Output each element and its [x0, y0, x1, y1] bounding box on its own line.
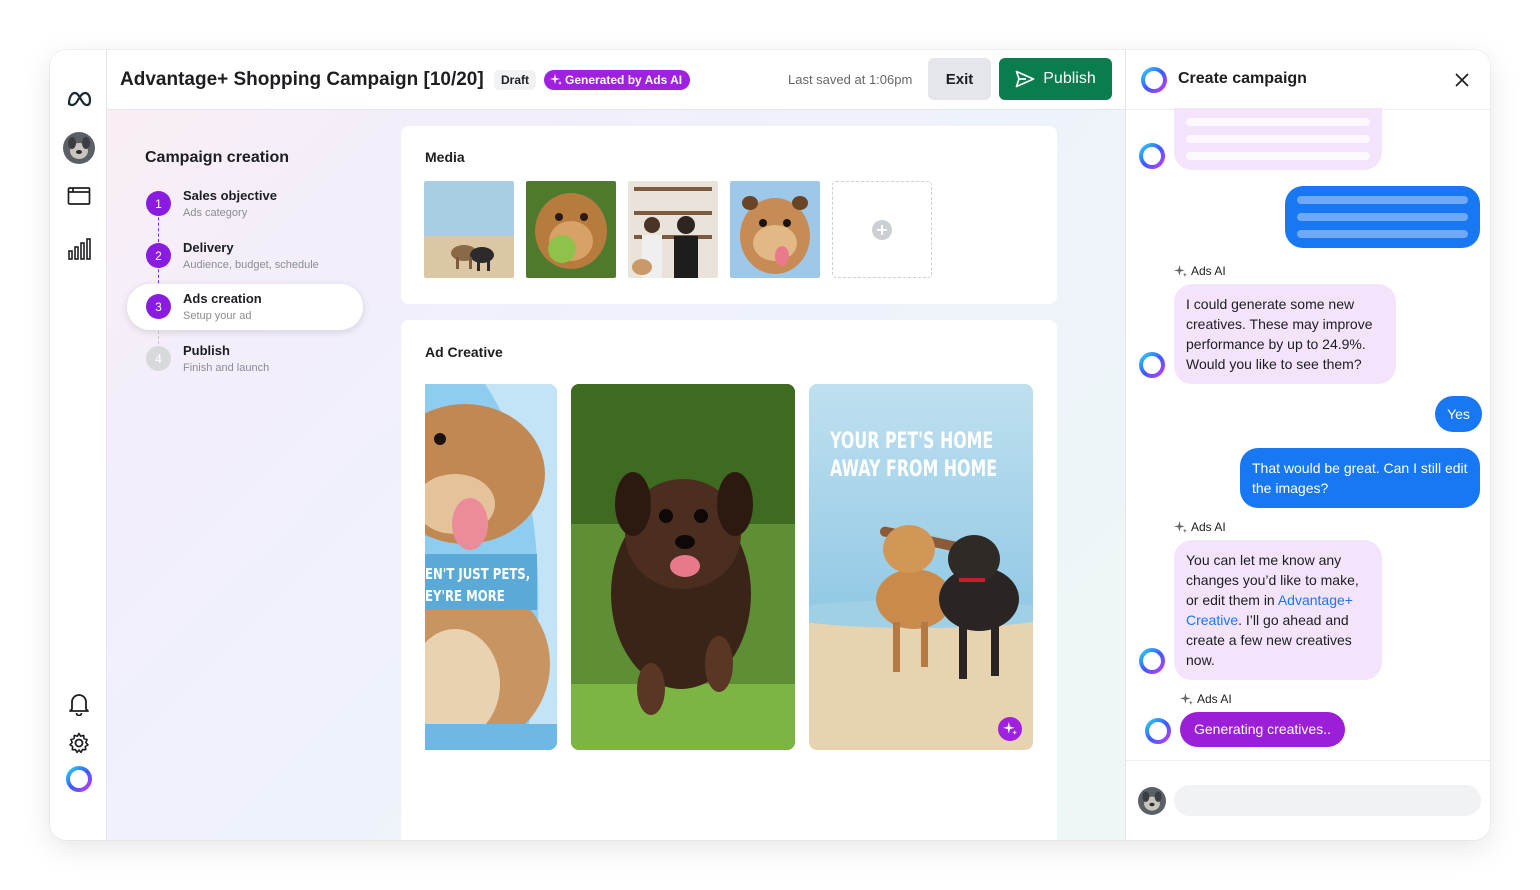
- skeleton-line: [1297, 213, 1468, 221]
- chat-title: Create campaign: [1178, 70, 1307, 87]
- sparkle-icon: [1174, 520, 1187, 533]
- creative-bulldog[interactable]: EN'T JUST PETS, EY'RE MORE: [425, 384, 557, 750]
- media-card: Media: [401, 126, 1057, 304]
- creative-caption-line1: EN'T JUST PETS,: [425, 565, 531, 583]
- skeleton-line: [1297, 196, 1468, 204]
- meta-ai-icon[interactable]: [50, 766, 107, 792]
- avatar[interactable]: [50, 131, 107, 165]
- step-number: 3: [146, 294, 171, 319]
- skeleton-line: [1297, 230, 1468, 238]
- exit-button[interactable]: Exit: [928, 58, 991, 100]
- ads-ai-name: Ads AI: [1191, 264, 1226, 278]
- step-subtitle: Setup your ad: [183, 310, 252, 322]
- bell-icon[interactable]: [50, 691, 107, 717]
- media-thumb-people-with-dog[interactable]: [628, 181, 718, 278]
- skeleton-line: [1186, 135, 1370, 143]
- gear-icon[interactable]: [50, 731, 107, 755]
- last-saved-text: Last saved at 1:06pm: [788, 72, 913, 87]
- ai-generated-badge: Generated by Ads AI: [544, 70, 691, 90]
- step-name: Publish: [183, 343, 230, 358]
- skeleton-line: [1186, 152, 1370, 160]
- add-media-button[interactable]: [832, 181, 932, 278]
- ads-ai-label: Ads AI: [1174, 520, 1226, 534]
- ad-creative-title: Ad Creative: [425, 344, 503, 360]
- chat-input-row: [1126, 760, 1490, 840]
- creative-headline-line1: YOUR PET'S HOME: [830, 429, 994, 454]
- chat-header: Create campaign: [1126, 50, 1490, 110]
- meta-ai-icon: [1141, 67, 1167, 93]
- steps-title: Campaign creation: [145, 149, 290, 166]
- step-ads-creation[interactable]: 3 Ads creation Setup your ad: [127, 284, 363, 330]
- ads-ai-avatar-icon: [1139, 648, 1165, 674]
- step-name: Sales objective: [183, 188, 277, 203]
- ads-ai-label: Ads AI: [1180, 692, 1232, 706]
- ads-ai-name: Ads AI: [1191, 520, 1226, 534]
- step-name: Delivery: [183, 240, 234, 255]
- chat-message-input[interactable]: [1174, 785, 1481, 816]
- ad-creative-card: Ad Creative EN'T JUST PETS, EY'RE MORE Y…: [401, 320, 1057, 840]
- step-name: Ads creation: [183, 291, 262, 306]
- ads-ai-avatar-icon: [1145, 718, 1171, 744]
- ai-message-bubble: You can let me know any changes you’d li…: [1174, 540, 1382, 680]
- ai-edit-icon[interactable]: [998, 717, 1022, 741]
- sparkle-icon: [1174, 264, 1187, 277]
- ai-message-bubble: I could generate some new creatives. The…: [1174, 284, 1396, 384]
- step-publish[interactable]: 4 Publish Finish and launch: [127, 336, 363, 382]
- ads-ai-label: Ads AI: [1174, 264, 1226, 278]
- page-title: Advantage+ Shopping Campaign [10/20]: [120, 69, 484, 90]
- step-number: 2: [146, 243, 171, 268]
- media-thumb-bulldog[interactable]: [730, 181, 820, 278]
- media-thumb-dogs-on-beach[interactable]: [424, 181, 514, 278]
- creative-headline-line2: AWAY FROM HOME: [830, 457, 998, 482]
- generating-status-bubble: Generating creatives..: [1180, 712, 1345, 747]
- step-number: 4: [146, 346, 171, 371]
- ads-ai-avatar-icon: [1139, 352, 1165, 378]
- close-button[interactable]: [1450, 68, 1474, 92]
- top-bar: Advantage+ Shopping Campaign [10/20] Dra…: [107, 50, 1125, 110]
- step-sales-objective[interactable]: 1 Sales objective Ads category: [127, 181, 363, 227]
- user-message-bubble: That would be great. Can I still edit th…: [1240, 448, 1480, 508]
- step-delivery[interactable]: 2 Delivery Audience, budget, schedule: [127, 233, 363, 279]
- sparkle-icon: [1180, 692, 1193, 705]
- user-message-bubble: Yes: [1435, 396, 1482, 432]
- step-subtitle: Ads category: [183, 207, 248, 219]
- left-rail: [50, 50, 107, 840]
- plus-circle-icon: [872, 219, 892, 240]
- creative-caption-line2: EY'RE MORE: [425, 587, 505, 605]
- send-icon: [1015, 70, 1035, 88]
- draft-badge: Draft: [494, 70, 537, 90]
- bar-chart-icon[interactable]: [50, 236, 107, 262]
- meta-logo-icon[interactable]: [50, 86, 107, 112]
- step-subtitle: Finish and launch: [183, 362, 270, 374]
- chat-panel: Create campaign Ads AI I could generate …: [1125, 50, 1490, 840]
- folder-icon[interactable]: [50, 184, 107, 208]
- step-subtitle: Audience, budget, schedule: [183, 259, 319, 271]
- app-window: Advantage+ Shopping Campaign [10/20] Dra…: [50, 50, 1490, 840]
- loading-user-bubble: [1285, 186, 1480, 248]
- skeleton-line: [1186, 118, 1370, 126]
- media-title: Media: [425, 149, 465, 165]
- creative-running-puppy[interactable]: [571, 384, 795, 750]
- main-area: Advantage+ Shopping Campaign [10/20] Dra…: [107, 50, 1125, 840]
- ads-ai-name: Ads AI: [1197, 692, 1232, 706]
- ads-ai-avatar-icon: [1139, 143, 1165, 169]
- close-icon: [1455, 73, 1469, 87]
- loading-message-bubble: [1174, 108, 1382, 170]
- ai-badge-label: Generated by Ads AI: [565, 73, 683, 87]
- creative-dogs-with-stick[interactable]: YOUR PET'S HOME AWAY FROM HOME: [809, 384, 1033, 750]
- step-number: 1: [146, 191, 171, 216]
- media-thumb-dog-with-ball[interactable]: [526, 181, 616, 278]
- publish-button[interactable]: Publish: [999, 58, 1112, 100]
- user-avatar: [1138, 787, 1166, 815]
- publish-label: Publish: [1043, 70, 1096, 87]
- sparkle-icon: [550, 74, 562, 85]
